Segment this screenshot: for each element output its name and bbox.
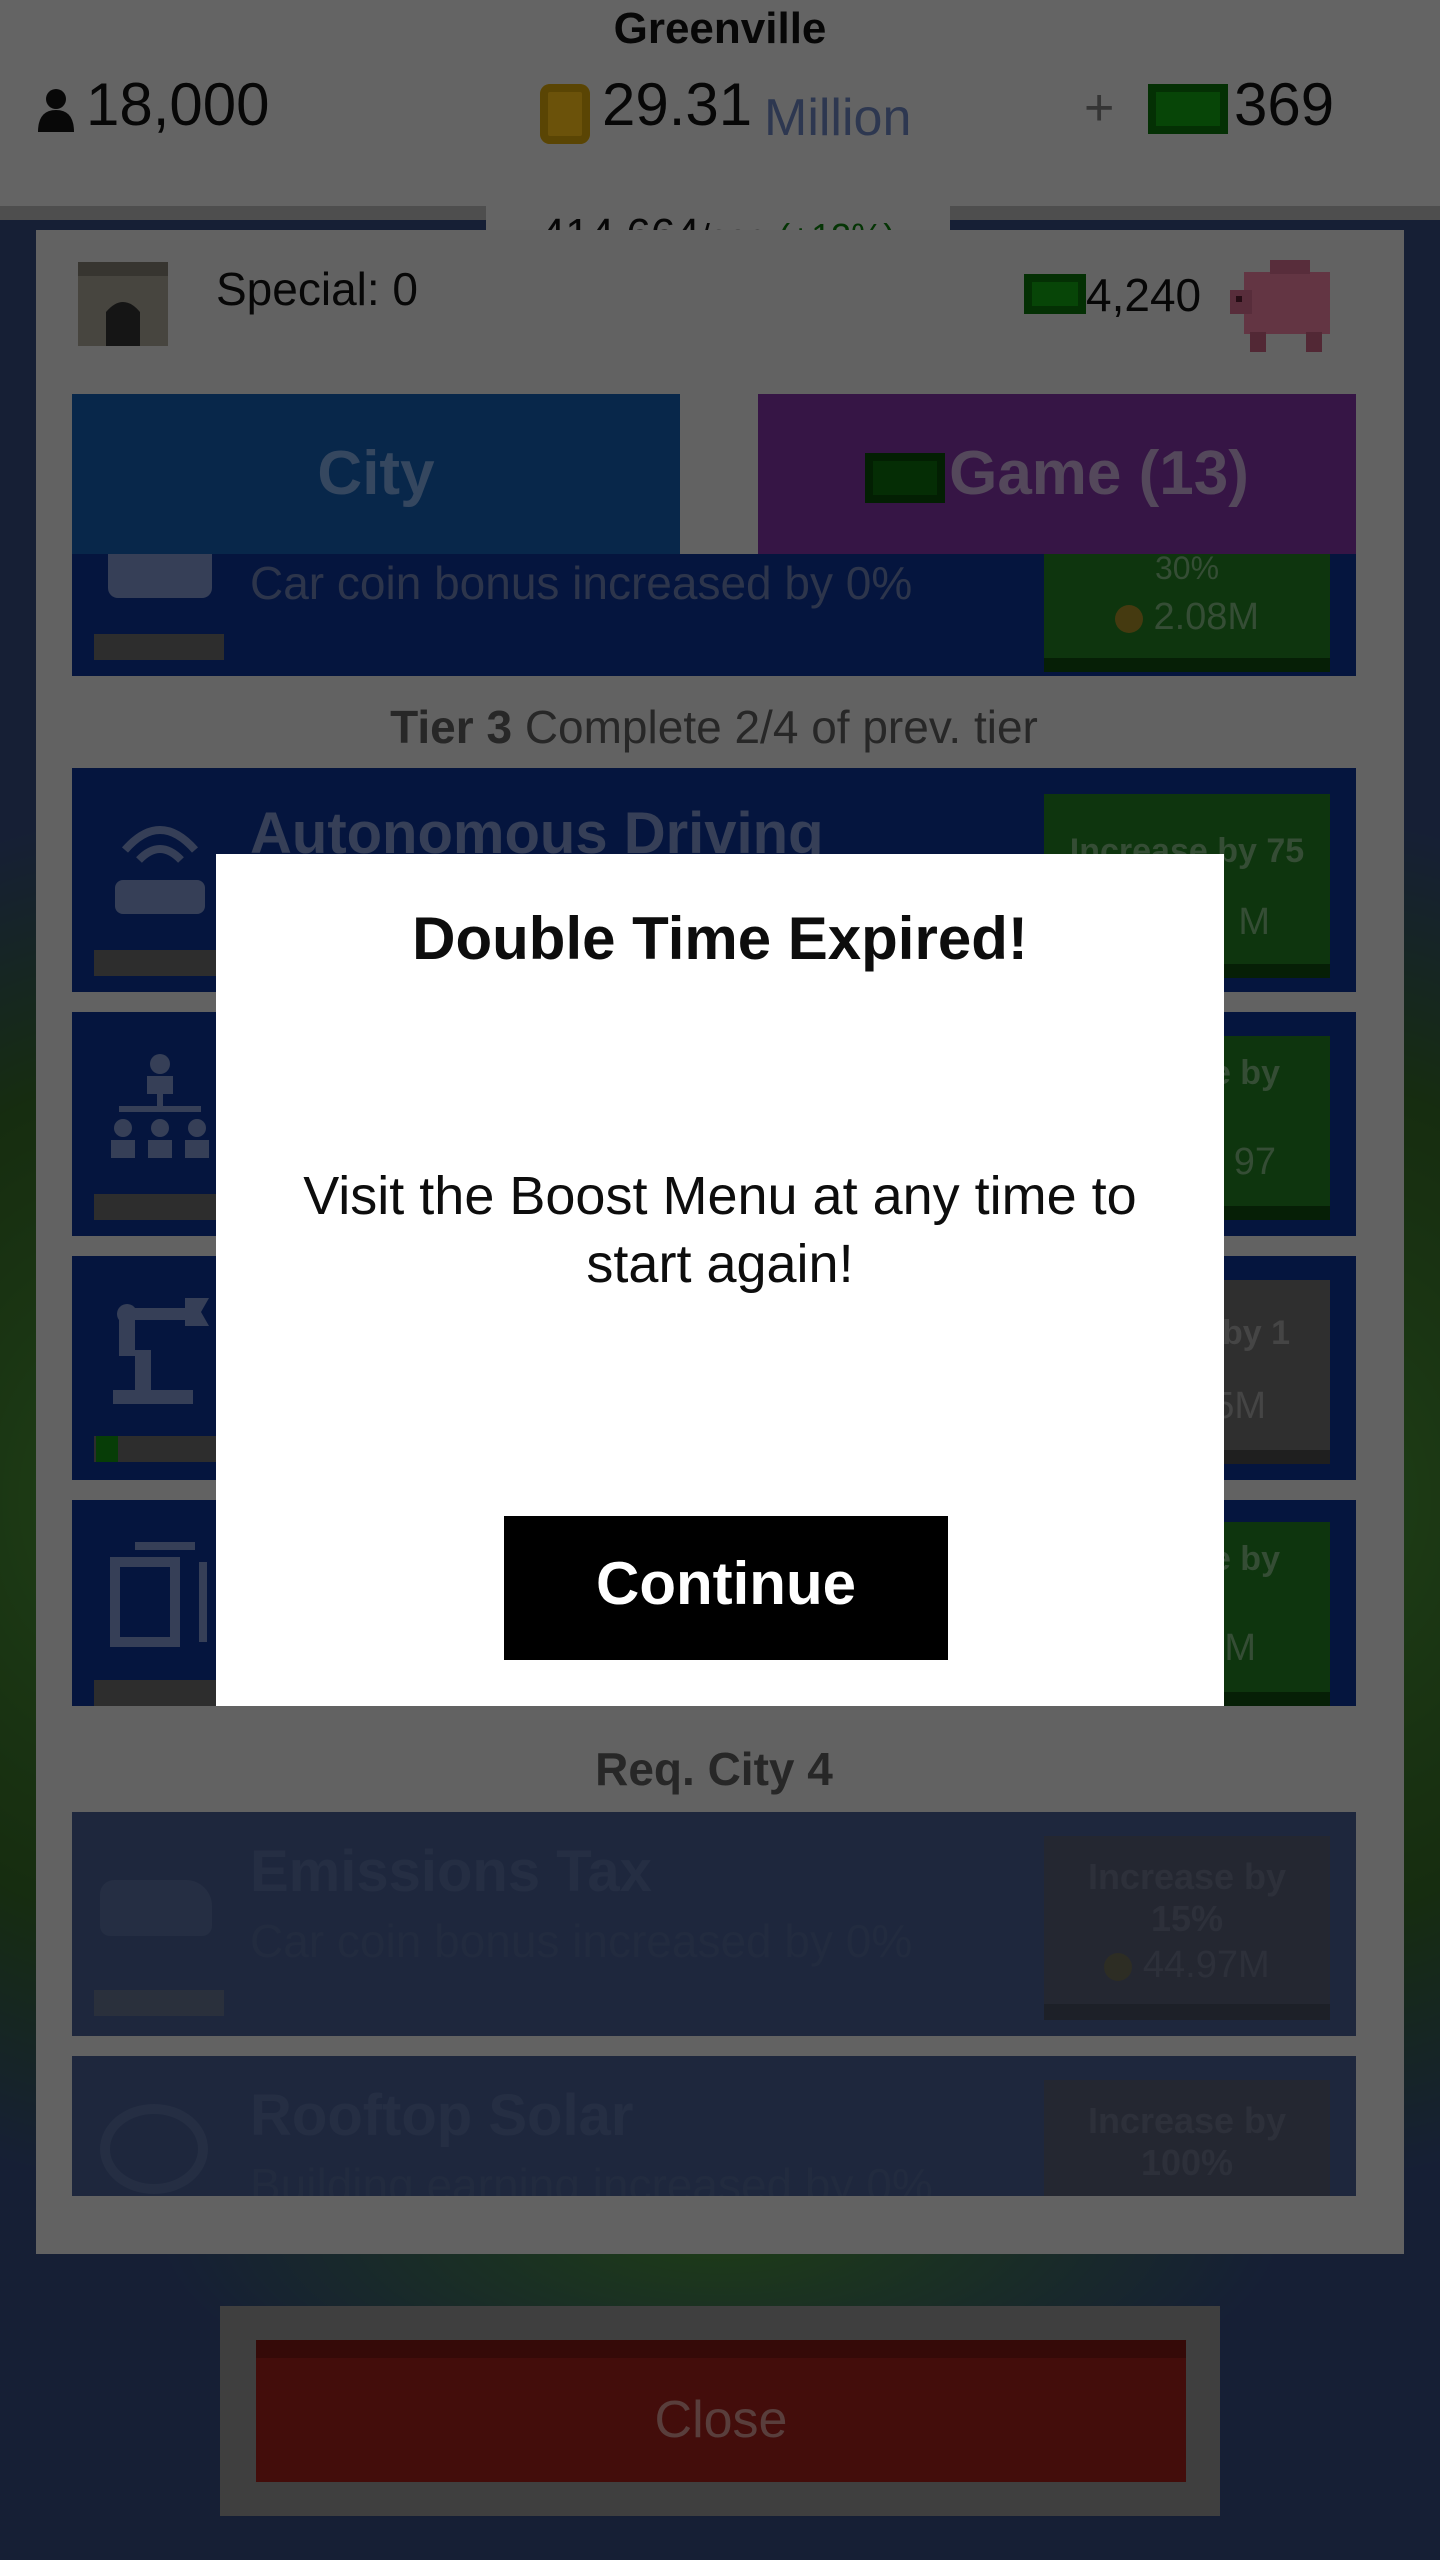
- modal-title: Double Time Expired!: [412, 905, 1028, 972]
- modal-message: Visit the Boost Menu at any time to star…: [303, 1166, 1137, 1294]
- continue-button[interactable]: Continue: [504, 1516, 948, 1660]
